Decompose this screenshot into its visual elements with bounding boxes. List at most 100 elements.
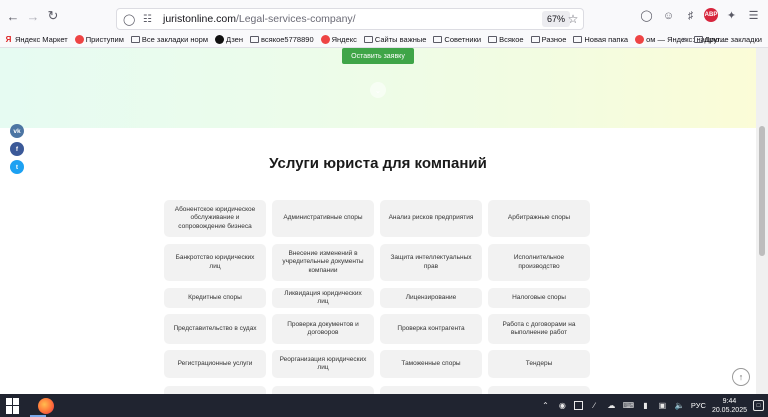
submit-request-button[interactable]: Оставить заявку — [342, 48, 414, 64]
extension-icon[interactable]: ✦ — [723, 7, 740, 24]
service-card[interactable]: Налоговые споры — [488, 288, 590, 308]
adblock-icon[interactable]: ABP — [704, 8, 718, 22]
clock-date: 20.05.2025 — [711, 406, 747, 414]
service-label: Внесение изменений в учредительные докум… — [282, 249, 364, 274]
battery-icon[interactable]: ▮ — [640, 400, 651, 411]
service-label: Таможенные споры — [401, 359, 461, 367]
service-label: Представительство в судах — [173, 324, 257, 332]
bookmark-item[interactable]: Приступим — [74, 35, 124, 44]
folder-icon — [250, 36, 259, 43]
bookmark-item[interactable]: Разное — [530, 35, 567, 44]
service-label: Арбитражные споры — [507, 214, 571, 222]
bookmark-label: Новая папка — [584, 35, 629, 44]
reload-icon[interactable]: ↻ — [43, 6, 63, 26]
bookmark-item[interactable]: Советники — [433, 35, 481, 44]
account-icon[interactable]: ☺ — [660, 7, 677, 24]
service-card[interactable]: Лицензирование — [380, 288, 482, 308]
input-language[interactable]: РУС — [691, 401, 706, 410]
vk-share-icon[interactable]: vk — [10, 124, 24, 138]
service-card[interactable] — [488, 386, 590, 394]
url-domain: juristonline.com — [163, 13, 236, 25]
back-arrow-icon[interactable]: ← — [3, 6, 23, 26]
service-label: Регистрационные услуги — [177, 359, 253, 367]
extensions-icon[interactable]: ♯ — [682, 7, 699, 24]
other-bookmarks[interactable]: Другие закладки — [693, 35, 762, 44]
service-label: Исполнительное производство — [513, 254, 565, 270]
windows-start-icon[interactable] — [6, 397, 22, 414]
service-card[interactable]: Представительство в судах — [164, 314, 266, 344]
bookmark-label: Яндекс — [331, 35, 357, 44]
service-card[interactable]: Внесение изменений в учредительные докум… — [272, 244, 374, 281]
chevron-up-icon[interactable]: ⌃ — [540, 400, 551, 411]
service-card[interactable] — [272, 386, 374, 394]
service-card[interactable] — [380, 386, 482, 394]
service-card[interactable]: Арбитражные споры — [488, 200, 590, 237]
service-label: Лицензирование — [405, 293, 457, 301]
scrollbar-thumb[interactable] — [759, 126, 765, 256]
service-card[interactable]: Банкротство юридических лиц — [164, 244, 266, 281]
service-card[interactable]: Кредитные споры — [164, 288, 266, 308]
service-card[interactable]: Административные споры — [272, 200, 374, 237]
service-card[interactable]: Исполнительное производство — [488, 244, 590, 281]
service-card[interactable]: Защита интеллектуальных прав — [380, 244, 482, 281]
service-card[interactable]: Реорганизация юридических лиц — [272, 350, 374, 378]
shield-icon[interactable]: ◯ — [123, 12, 137, 26]
site-icon — [74, 35, 84, 44]
yandex-icon — [320, 35, 330, 44]
bookmark-item[interactable]: Новая папка — [573, 35, 628, 44]
service-card[interactable]: Проверка документов и договоров — [272, 314, 374, 344]
firefox-icon[interactable] — [38, 397, 54, 414]
lock-icon[interactable]: ◉ — [557, 400, 568, 411]
service-label: Реорганизация юридических лиц — [279, 355, 367, 372]
service-card[interactable]: Абонентское юридическое обслуживание и с… — [164, 200, 266, 237]
keyboard-icon[interactable]: ⌨ — [623, 400, 635, 411]
menu-icon[interactable]: ☰ — [745, 7, 762, 24]
scroll-to-top-icon[interactable]: ↑ — [732, 368, 750, 386]
bookmark-item[interactable]: Сайты важные — [363, 35, 427, 44]
bookmark-item[interactable]: Все закладки норм — [130, 35, 208, 44]
notification-icon[interactable]: □ — [753, 400, 764, 411]
bookmark-item[interactable]: Яндекс — [320, 35, 357, 44]
bookmark-label: Сайты важные — [374, 35, 427, 44]
network-icon[interactable]: ▣ — [657, 400, 668, 411]
section-title: Услуги юриста для компаний — [269, 155, 487, 172]
bookmark-label: всякое5778890 — [261, 35, 314, 44]
address-bar[interactable]: ◯ ☷ juristonline.com/Legal-services-comp… — [116, 8, 584, 30]
forward-arrow-icon[interactable]: → — [23, 6, 43, 26]
service-card[interactable]: Тендеры — [488, 350, 590, 378]
cloud-icon[interactable]: ☁ — [606, 400, 617, 411]
screen-capture-icon[interactable] — [573, 401, 583, 410]
chevron-right-icon[interactable]: » — [682, 34, 687, 44]
facebook-share-icon[interactable]: f — [10, 142, 24, 156]
bookmark-item[interactable]: всякое5778890 — [250, 35, 314, 44]
browser-toolbar: ← → ↻ ◯ ☷ juristonline.com/Legal-service… — [0, 0, 768, 32]
bookmark-item[interactable]: Я Яндекс Маркет — [4, 35, 68, 44]
chevron-down-icon[interactable]: ⌄ — [370, 82, 386, 98]
bookmark-item[interactable]: Дзен — [215, 35, 243, 44]
folder-icon — [693, 36, 703, 43]
clock[interactable]: 9:44 20.05.2025 — [712, 397, 747, 415]
bookmark-item[interactable]: Всякое — [488, 35, 524, 44]
service-label: Банкротство юридических лиц — [175, 254, 255, 270]
service-card[interactable]: Работа с договорами на выполнение работ — [488, 314, 590, 344]
bookmark-label: Советники — [444, 35, 482, 44]
service-card[interactable]: Ликвидация юридических лиц — [272, 288, 374, 308]
bookmark-label: Разное — [541, 35, 567, 44]
service-card[interactable]: Проверка контрагента — [380, 314, 482, 344]
service-label: Проверка документов и договоров — [287, 320, 359, 337]
bookmark-star-icon[interactable]: ☆ — [566, 11, 580, 27]
service-label: Административные споры — [283, 214, 363, 222]
service-card[interactable] — [164, 386, 266, 394]
service-card[interactable]: Анализ рисков предприятия — [380, 200, 482, 237]
url-text[interactable]: juristonline.com/Legal-services-company/ — [163, 13, 356, 25]
pocket-icon[interactable]: ◯ — [638, 7, 655, 24]
service-card[interactable]: Таможенные споры — [380, 350, 482, 378]
page-scrollbar[interactable] — [756, 48, 768, 394]
speaker-icon[interactable]: 🔈 — [674, 400, 685, 411]
service-card[interactable]: Регистрационные услуги — [164, 350, 266, 378]
service-label: Кредитные споры — [188, 293, 242, 301]
pen-icon[interactable]: ∕ — [589, 400, 600, 411]
yandex-icon — [635, 35, 645, 44]
dzen-icon — [215, 35, 224, 44]
page-info-icon[interactable]: ☷ — [143, 12, 157, 26]
